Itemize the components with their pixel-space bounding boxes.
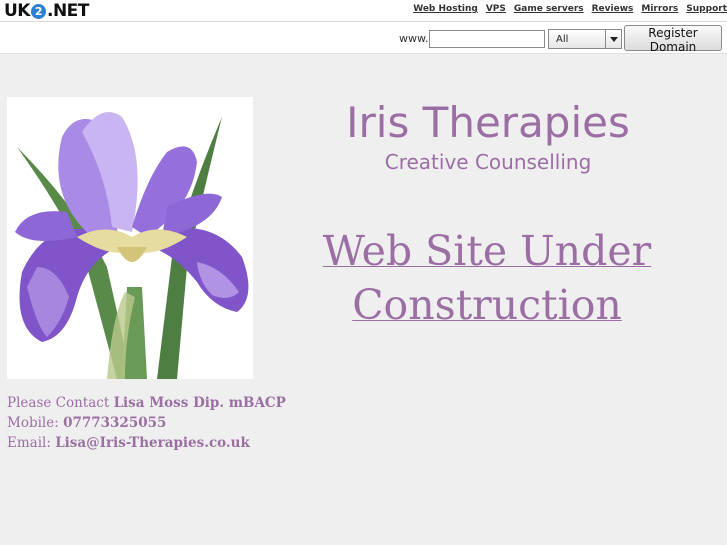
site-subtitle: Creative Counselling [384,150,592,174]
register-domain-button[interactable]: Register Domain [624,25,722,54]
contact-line-name: Please Contact Lisa Moss Dip. mBACP [7,395,286,411]
tld-selected-value: All [556,34,569,45]
www-label: www. [399,32,429,45]
nav-web-hosting[interactable]: Web Hosting [413,4,478,14]
under-construction-notice: Web Site Under Construction [287,224,687,332]
site-title: Iris Therapies [346,98,630,147]
logo-text-left: UK [4,1,30,21]
top-bar: UK 2 .NET Web Hosting VPS Game servers Rev… [0,0,727,22]
contact-line-mobile: Mobile: 07773325055 [7,415,167,431]
iris-illustration [15,112,249,379]
chevron-down-icon[interactable] [605,30,621,48]
domain-input[interactable] [429,30,545,48]
uk2-logo[interactable]: UK 2 .NET [4,1,89,21]
contact-email[interactable]: Lisa@Iris-Therapies.co.uk [55,435,250,451]
notice-line-1: Web Site Under [322,227,652,275]
domain-search-bar: www. All Register Domain [0,22,727,54]
logo-circle: 2 [30,3,46,19]
logo-text-right: .NET [46,1,89,21]
iris-flower-image [7,97,253,379]
contact-info: Please Contact Lisa Moss Dip. mBACP Mobi… [7,393,286,453]
nav-vps[interactable]: VPS [486,4,506,14]
contact-name: Lisa Moss Dip. mBACP [113,395,286,411]
notice-line-2: Construction [352,281,622,329]
top-nav: Web Hosting VPS Game servers Reviews Mir… [413,4,727,14]
contact-line-email: Email: Lisa@Iris-Therapies.co.uk [7,435,250,451]
nav-support[interactable]: Support [686,4,727,14]
nav-reviews[interactable]: Reviews [592,4,634,14]
nav-mirrors[interactable]: Mirrors [641,4,678,14]
nav-game-servers[interactable]: Game servers [514,4,584,14]
contact-mobile: 07773325055 [63,415,167,431]
tld-select[interactable]: All [548,29,622,49]
